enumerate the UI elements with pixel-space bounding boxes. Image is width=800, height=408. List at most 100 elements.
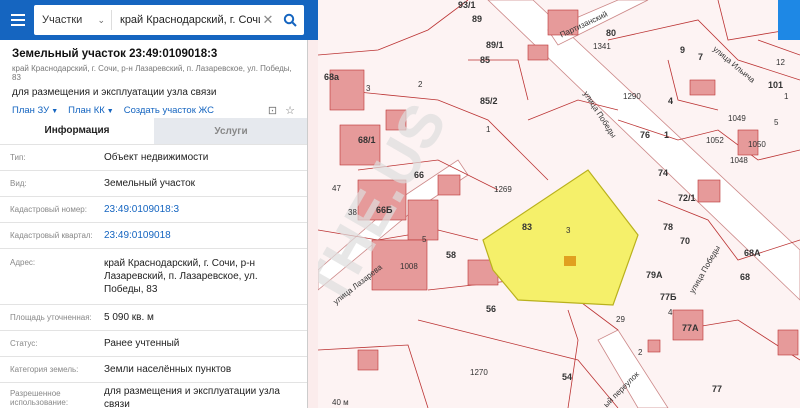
parcel-label: 9 bbox=[680, 45, 686, 55]
parcel-label: 56 bbox=[486, 304, 497, 314]
parcel-label: 66 bbox=[414, 170, 425, 180]
parcel-links: План ЗУ ▼ План КК ▼ Создать участок ЖС ⊡ ☆ bbox=[0, 98, 307, 117]
parcel-purpose: для размещения и эксплуатации узла связи bbox=[12, 87, 217, 98]
tab-info[interactable]: Информация bbox=[0, 118, 154, 144]
cadastral-map[interactable]: THE.US улица Победы улица Лазарева Парти… bbox=[318, 0, 800, 408]
parcel-title: Земельный участок 23:49:0109018:3 bbox=[12, 48, 218, 60]
parcel-label: 68/1 bbox=[358, 135, 376, 145]
info-row: Адрес: край Краснодарский, г. Сочи, р-н … bbox=[0, 248, 307, 304]
parcel-label: 3 bbox=[566, 226, 571, 235]
info-key: Разрешенное использование: bbox=[10, 388, 69, 407]
map-edge bbox=[308, 40, 318, 408]
parcel-label: 1 bbox=[486, 125, 491, 134]
parcel-label: 89/1 bbox=[486, 40, 504, 50]
info-value: Земли населённых пунктов bbox=[104, 364, 232, 375]
star-icon[interactable]: ☆ bbox=[285, 104, 295, 117]
parcel-label: 1341 bbox=[593, 42, 611, 51]
tabs: Информация Услуги bbox=[0, 118, 307, 144]
parcel-label: 1049 bbox=[728, 114, 746, 123]
hamburger-icon bbox=[11, 14, 25, 16]
parcel-label: 79А bbox=[646, 270, 663, 280]
info-value: для размещения и эксплуатации узла связи bbox=[104, 385, 280, 408]
info-row: Статус: Ранее учтенный bbox=[0, 330, 307, 356]
parcel-label: 101 bbox=[768, 80, 784, 90]
info-key: Тип: bbox=[10, 153, 26, 162]
info-value: 5 090 кв. м bbox=[104, 312, 154, 323]
info-row: Категория земель: Земли населённых пункт… bbox=[0, 356, 307, 382]
parcel-label: 29 bbox=[616, 315, 625, 324]
parcel-label: 77 bbox=[712, 384, 723, 394]
parcel-label: 89 bbox=[472, 14, 483, 24]
info-value: Объект недвижимости bbox=[104, 152, 209, 163]
info-key: Кадастровый квартал: bbox=[10, 231, 93, 240]
info-key: Площадь уточненная: bbox=[10, 313, 92, 322]
map-control-button[interactable] bbox=[778, 0, 800, 40]
parcel-label: 4 bbox=[668, 308, 673, 317]
parcel-label: 83 bbox=[522, 222, 533, 232]
clear-icon[interactable]: ✕ bbox=[260, 12, 276, 28]
info-table: Тип: Объект недвижимости Вид: Земельный … bbox=[0, 144, 307, 408]
parcel-label: 68 bbox=[740, 272, 751, 282]
parcel-label: 5 bbox=[422, 235, 427, 244]
scale-label: 40 м bbox=[332, 398, 349, 407]
parcel-label: 1050 bbox=[748, 140, 766, 149]
info-panel: Земельный участок 23:49:0109018:3 край К… bbox=[0, 40, 308, 408]
info-key: Категория земель: bbox=[10, 365, 79, 374]
parcel-label: 78 bbox=[663, 222, 674, 232]
create-parcel-link[interactable]: Создать участок ЖС bbox=[124, 105, 214, 116]
search-bar: Участки ⌄ ✕ bbox=[0, 0, 308, 40]
menu-button[interactable] bbox=[0, 0, 36, 40]
parcel-label: 2 bbox=[638, 348, 643, 357]
parcel-label: 7 bbox=[698, 52, 704, 62]
search-box: Участки ⌄ ✕ bbox=[34, 5, 304, 35]
parcel-label: 2 bbox=[418, 80, 423, 89]
tab-services[interactable]: Услуги bbox=[154, 118, 307, 144]
parcel-label: 1270 bbox=[470, 368, 488, 377]
panel-toggle[interactable] bbox=[308, 0, 318, 40]
parcel-label: 85 bbox=[480, 55, 491, 65]
parcel-label: 93/1 bbox=[458, 0, 476, 10]
info-row: Вид: Земельный участок bbox=[0, 170, 307, 196]
parcel-label: 47 bbox=[332, 184, 341, 193]
category-select[interactable]: Участки ⌄ bbox=[34, 10, 112, 30]
parcel-label: 12 bbox=[776, 58, 785, 67]
parcel-label: 68А bbox=[744, 248, 761, 258]
parcel-label: 77Б bbox=[660, 292, 677, 302]
parcel-label: 54 bbox=[562, 372, 573, 382]
info-key: Кадастровый номер: bbox=[10, 205, 87, 214]
parcel-label: 4 bbox=[668, 96, 674, 106]
parcel-label: 5 bbox=[774, 118, 779, 127]
search-icon[interactable] bbox=[276, 5, 304, 35]
parcel-label: 85/2 bbox=[480, 96, 498, 106]
info-value: край Краснодарский, г. Сочи, р-н Лазарев… bbox=[104, 258, 258, 295]
parcel-label: 68а bbox=[324, 72, 340, 82]
zoom-to-icon[interactable]: ⊡ bbox=[268, 104, 277, 117]
info-key: Статус: bbox=[10, 339, 38, 348]
plan-kk-link[interactable]: План КК ▼ bbox=[68, 105, 114, 116]
search-input[interactable] bbox=[112, 14, 260, 26]
parcel-label: 1269 bbox=[494, 185, 512, 194]
info-row: Разрешенное использование: для размещени… bbox=[0, 382, 307, 408]
parcel-label: 1048 bbox=[730, 156, 748, 165]
parcel-label: 70 bbox=[680, 236, 691, 246]
parcel-label: 77А bbox=[682, 323, 699, 333]
parcel-label: 38 bbox=[348, 208, 357, 217]
parcel-label: 1008 bbox=[400, 262, 418, 271]
parcel-label: 1052 bbox=[706, 136, 724, 145]
cadastral-number-link[interactable]: 23:49:0109018:3 bbox=[104, 203, 307, 216]
info-row: Площадь уточненная: 5 090 кв. м bbox=[0, 304, 307, 330]
info-row: Кадастровый квартал: 23:49:0109018 bbox=[0, 222, 307, 248]
chevron-down-icon: ⌄ bbox=[97, 14, 105, 25]
parcel-label: 1290 bbox=[623, 92, 641, 101]
parcel-label: 80 bbox=[606, 28, 617, 38]
parcel-label: 76 bbox=[640, 130, 651, 140]
info-row: Кадастровый номер: 23:49:0109018:3 bbox=[0, 196, 307, 222]
parcel-label: 66Б bbox=[376, 205, 393, 215]
parcel-address: край Краснодарский, г. Сочи, р-н Лазарев… bbox=[12, 64, 292, 82]
parcel-label: 3 bbox=[366, 84, 371, 93]
plan-zu-link[interactable]: План ЗУ ▼ bbox=[12, 105, 58, 116]
cadastral-quarter-link[interactable]: 23:49:0109018 bbox=[104, 229, 307, 242]
info-row: Тип: Объект недвижимости bbox=[0, 144, 307, 170]
info-key: Адрес: bbox=[10, 258, 36, 267]
parcel-label: 72/1 bbox=[678, 193, 696, 203]
